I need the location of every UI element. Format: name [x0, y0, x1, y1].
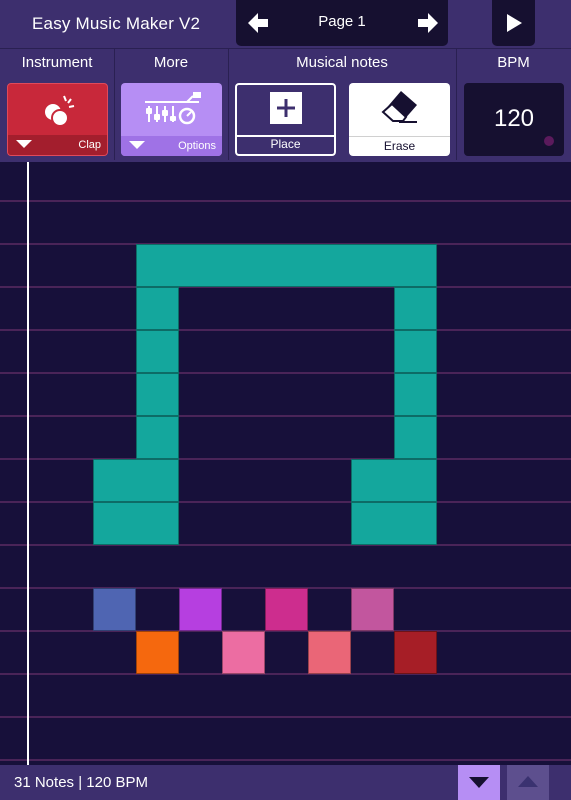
note-block[interactable] — [394, 287, 437, 330]
note-block[interactable] — [351, 459, 437, 502]
bpm-control[interactable]: 120 — [464, 83, 564, 156]
bpm-indicator-dot — [544, 136, 554, 146]
section-divider — [114, 48, 115, 160]
more-dropdown-bar[interactable]: Options — [121, 136, 222, 156]
note-block[interactable] — [394, 373, 437, 416]
erase-note-button[interactable]: Erase — [349, 83, 450, 156]
footer-bar: 31 Notes | 120 BPM — [0, 765, 571, 800]
mixer-icon — [145, 92, 201, 125]
note-block[interactable] — [308, 631, 351, 674]
note-block[interactable] — [394, 416, 437, 459]
app-title: Easy Music Maker V2 — [32, 14, 201, 33]
triangle-up-icon — [518, 776, 538, 787]
place-note-button[interactable]: Place — [235, 83, 336, 156]
grid-row-line — [0, 501, 571, 503]
note-block[interactable] — [351, 502, 437, 545]
clap-icon — [45, 95, 75, 127]
grid-row-line — [0, 716, 571, 718]
controls-row: Clap Options Place Erase 120 — [0, 76, 571, 162]
more-options-button[interactable]: Options — [121, 83, 222, 156]
top-bar: Easy Music Maker V2 Page 1 — [0, 0, 571, 48]
play-button[interactable] — [492, 0, 535, 46]
section-label-more: More — [153, 54, 189, 71]
status-text: 31 Notes | 120 BPM — [14, 774, 148, 791]
playhead[interactable] — [27, 162, 29, 765]
scroll-up-button[interactable] — [507, 765, 549, 800]
grid-row-line — [0, 372, 571, 374]
plus-icon — [270, 92, 302, 124]
section-divider — [228, 48, 229, 160]
note-block[interactable] — [136, 287, 179, 330]
note-block[interactable] — [136, 244, 437, 287]
grid-row-line — [0, 458, 571, 460]
note-block[interactable] — [222, 631, 265, 674]
page-navigator: Page 1 — [236, 0, 448, 46]
place-label: Place — [270, 137, 301, 151]
note-block[interactable] — [394, 631, 437, 674]
note-block[interactable] — [93, 459, 179, 502]
note-block[interactable] — [179, 588, 222, 631]
section-divider — [456, 48, 457, 160]
note-block[interactable] — [93, 502, 179, 545]
note-block[interactable] — [351, 588, 394, 631]
note-block[interactable] — [136, 373, 179, 416]
section-header-row: Instrument More Musical notes BPM — [0, 48, 571, 76]
instrument-dropdown-bar[interactable]: Clap — [8, 135, 107, 155]
grid-row-line — [0, 415, 571, 417]
section-label-bpm: BPM — [497, 54, 530, 71]
instrument-selector[interactable]: Clap — [7, 83, 108, 156]
note-block[interactable] — [394, 330, 437, 373]
instrument-label: Clap — [78, 139, 101, 151]
grid-row-line — [0, 759, 571, 761]
chevron-down-icon — [129, 141, 145, 149]
erase-label: Erase — [383, 139, 416, 153]
section-label-instrument: Instrument — [21, 54, 93, 71]
note-block[interactable] — [136, 416, 179, 459]
scroll-down-button[interactable] — [458, 765, 500, 800]
eraser-icon — [381, 91, 417, 123]
arrow-right-icon — [418, 13, 438, 33]
chevron-down-icon — [16, 140, 32, 148]
next-page-button[interactable] — [416, 11, 440, 35]
section-label-musical-notes: Musical notes — [296, 54, 388, 71]
note-block[interactable] — [265, 588, 308, 631]
more-options-label: Options — [178, 140, 216, 152]
note-block[interactable] — [136, 330, 179, 373]
play-icon — [507, 14, 522, 32]
grid-row-line — [0, 673, 571, 675]
place-label-bar: Place — [237, 135, 334, 154]
triangle-down-icon — [469, 777, 489, 788]
grid-row-line — [0, 329, 571, 331]
grid-row-line — [0, 544, 571, 546]
erase-label-bar: Erase — [349, 136, 450, 156]
note-grid[interactable] — [0, 162, 571, 765]
note-block[interactable] — [93, 588, 136, 631]
note-block[interactable] — [136, 631, 179, 674]
grid-row-line — [0, 200, 571, 202]
bpm-value: 120 — [493, 105, 535, 132]
